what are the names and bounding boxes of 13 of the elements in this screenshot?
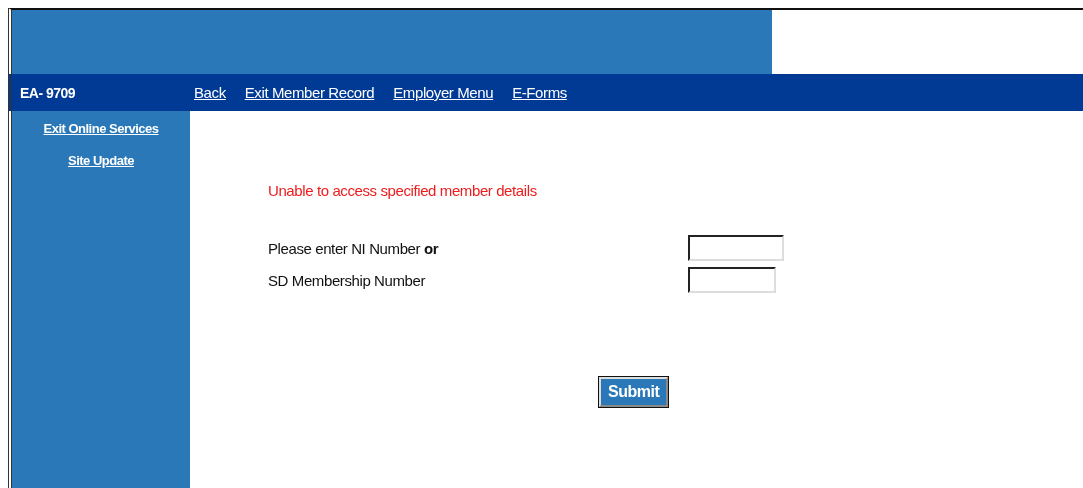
nav-link[interactable]: Back: [194, 84, 226, 101]
submit-button[interactable]: Submit: [599, 377, 669, 407]
sidebar-link[interactable]: Exit Online Services: [43, 121, 159, 136]
nav-link[interactable]: Exit Member Record: [244, 84, 375, 101]
error-message: Unable to access specified member details: [268, 182, 538, 199]
sidebar-link[interactable]: Site Update: [68, 153, 134, 168]
input-field[interactable]: [688, 235, 784, 261]
field-label: Please enter NI Number or: [268, 239, 439, 257]
record-id: EA- 9709: [19, 84, 77, 101]
field-label: SD Membership Number: [268, 271, 426, 289]
input-field[interactable]: [688, 267, 776, 293]
nav-link[interactable]: E-Forms: [512, 84, 567, 101]
nav-link[interactable]: Employer Menu: [393, 84, 494, 101]
